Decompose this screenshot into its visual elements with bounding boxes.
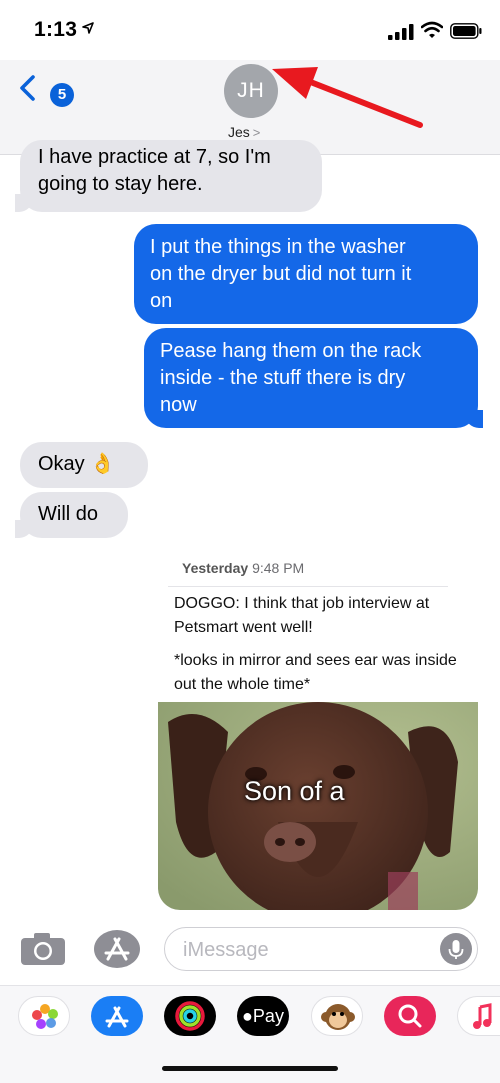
apple-pay-button[interactable]: ●Pay	[237, 996, 289, 1036]
chevron-right-icon: >	[252, 125, 261, 140]
message-text-line: on the dryer but did not turn it	[150, 263, 412, 285]
cellular-signal-icon	[388, 24, 414, 40]
chevron-left-icon	[20, 75, 35, 101]
dog-meme-image[interactable]: Son of a	[158, 702, 478, 910]
forwarded-message[interactable]: Yesterday 9:48 PM DOGGO: I think that jo…	[158, 560, 478, 912]
outgoing-message[interactable]: Pease hang them on the rack inside - the…	[144, 328, 483, 428]
status-bar: 1:13	[0, 0, 500, 60]
contact-name-button[interactable]: Jes >	[228, 124, 260, 140]
microphone-icon	[448, 940, 464, 959]
red-arrow-icon	[272, 67, 423, 128]
apple-icon: ●	[242, 1006, 253, 1026]
message-text-line: now	[160, 394, 197, 416]
message-text-line: I put the things in the washer	[150, 236, 406, 258]
location-arrow-icon	[82, 22, 94, 34]
imessage-input[interactable]: iMessage	[164, 927, 478, 971]
forward-text-line: out the whole time*	[174, 676, 311, 693]
input-bar: iMessage	[0, 915, 500, 985]
divider	[168, 586, 448, 587]
battery-icon	[450, 23, 482, 39]
message-text-line: I have practice at 7, so I'm	[38, 146, 271, 168]
wifi-icon	[421, 21, 443, 38]
back-button[interactable]: 5	[14, 72, 74, 107]
forward-day: Yesterday	[182, 560, 249, 576]
message-text: Okay	[38, 453, 85, 475]
message-text-line: going to stay here.	[38, 173, 203, 195]
forward-text-line: Petsmart went well!	[174, 619, 313, 636]
forward-timestamp: Yesterday 9:48 PM	[182, 560, 304, 576]
message-text: Will do	[38, 503, 99, 525]
animoji-button[interactable]	[311, 996, 363, 1036]
monkey-icon	[321, 1004, 355, 1030]
app-store-button[interactable]	[93, 929, 141, 969]
music-app-button[interactable]	[457, 996, 500, 1036]
apple-pay-label: Pay	[252, 1006, 284, 1026]
home-indicator[interactable]	[162, 1066, 338, 1071]
ok-hand-emoji: 👌	[90, 453, 116, 475]
incoming-message[interactable]: Will do	[15, 492, 128, 538]
microphone-button[interactable]	[440, 933, 472, 965]
status-time: 1:13	[34, 18, 78, 41]
app-store-drawer-button[interactable]	[91, 996, 143, 1036]
incoming-message[interactable]: I have practice at 7, so I'm going to st…	[15, 140, 322, 212]
camera-button[interactable]	[20, 932, 66, 966]
message-text-line: on	[150, 290, 173, 312]
forward-time: 9:48 PM	[252, 560, 305, 576]
music-note-icon	[473, 1003, 492, 1029]
outgoing-message[interactable]: I put the things in the washer on the dr…	[134, 224, 478, 324]
unread-count-badge: 5	[50, 83, 74, 107]
forward-text-line: *looks in mirror and sees ear was inside	[174, 652, 457, 669]
message-text-line: inside - the stuff there is dry	[160, 367, 406, 389]
app-drawer: ●Pay	[0, 985, 500, 1083]
image-search-button[interactable]	[384, 996, 436, 1036]
incoming-message[interactable]: Okay 👌	[20, 442, 148, 488]
app-store-icon	[105, 1006, 129, 1028]
contact-name: Jes	[228, 124, 250, 140]
search-icon	[398, 1004, 422, 1028]
message-text-line: Pease hang them on the rack	[160, 340, 422, 362]
photos-app-button[interactable]	[18, 996, 70, 1036]
activity-rings-icon	[175, 1001, 205, 1031]
meme-caption: Son of a	[244, 776, 345, 806]
photos-icon	[32, 1004, 58, 1029]
input-placeholder: iMessage	[183, 939, 269, 961]
forward-text-line: DOGGO: I think that job interview at	[174, 595, 430, 612]
activity-app-button[interactable]	[164, 996, 216, 1036]
